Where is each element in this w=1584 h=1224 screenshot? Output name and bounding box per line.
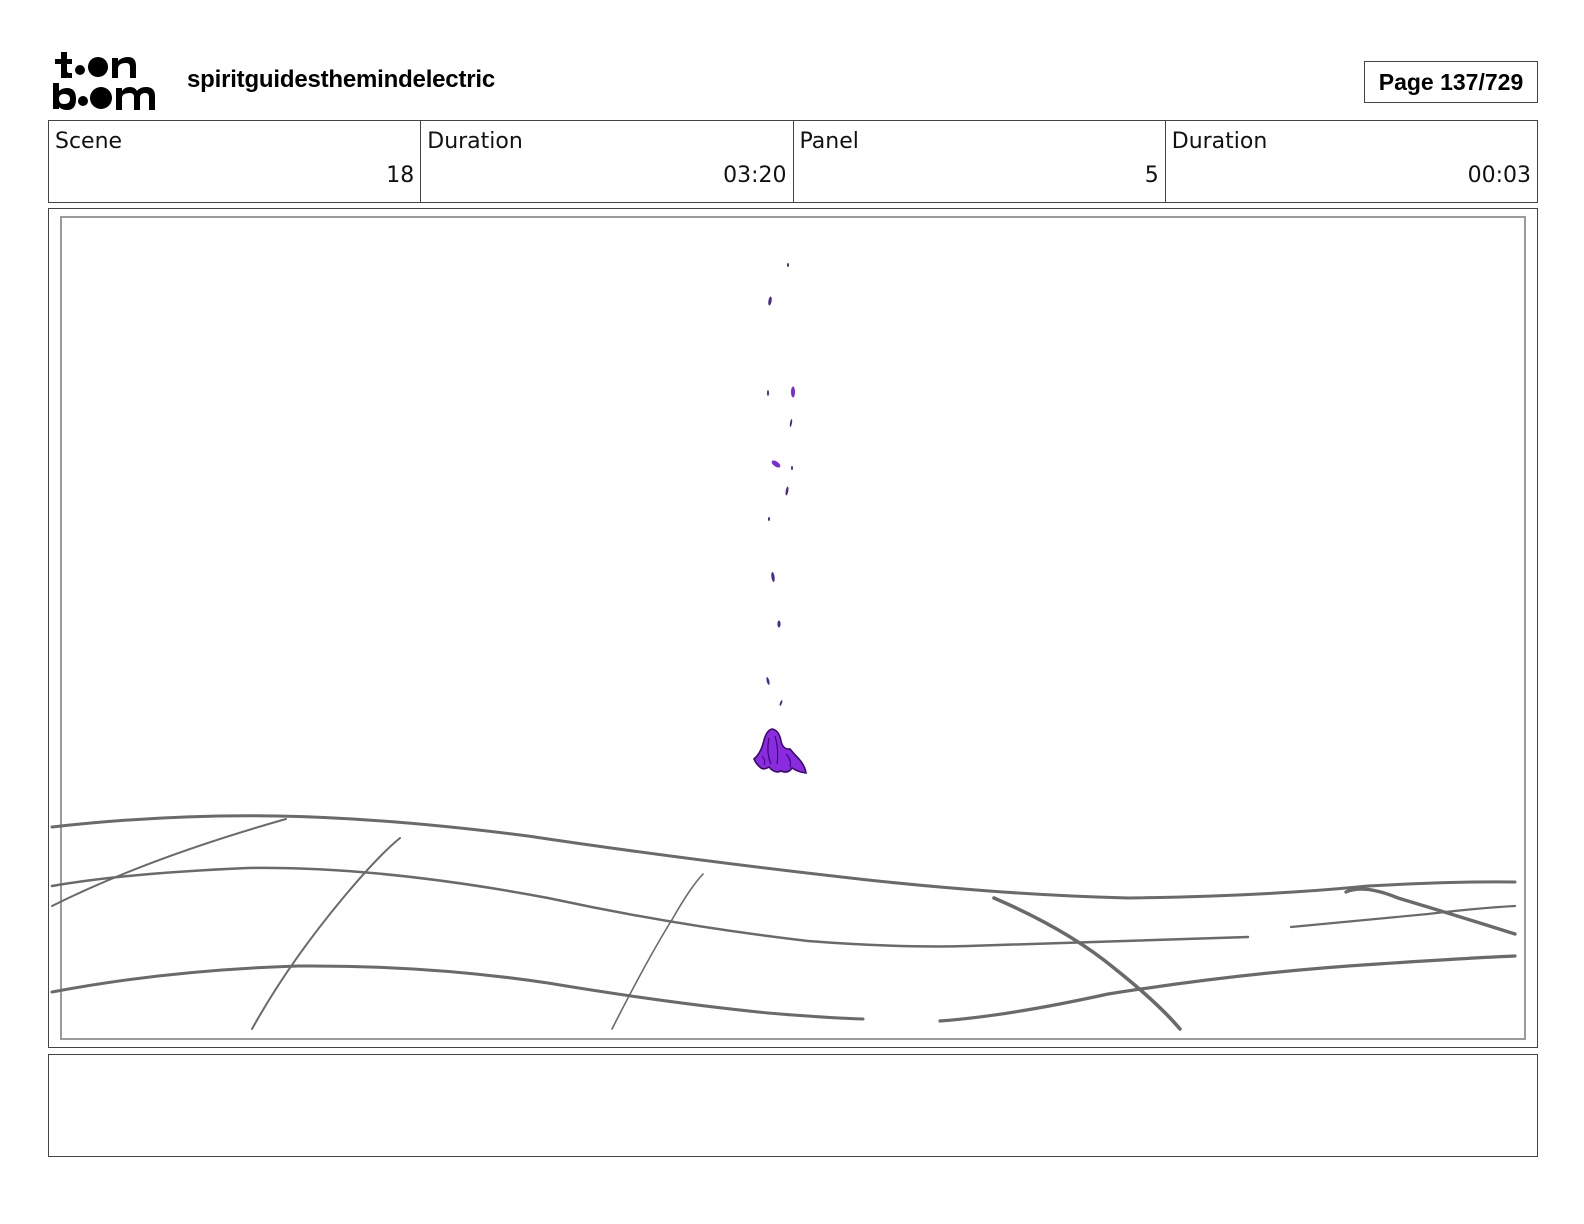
page-indicator: Page 137/729 [1364,61,1538,103]
panel-duration-value: 00:03 [1467,163,1531,188]
panel-cell: Panel 5 [794,121,1166,202]
logo-dot-big-bottom [90,87,112,109]
ground-curve-1 [50,814,1517,900]
particle [779,700,783,706]
particle [771,572,775,582]
panel-label: Panel [799,129,859,154]
logo-letter-n [112,57,136,78]
toon-boom-logo [53,52,155,110]
particle [767,390,769,396]
particle [777,620,781,628]
scene-label: Scene [55,129,123,154]
panel-duration-cell: Duration 00:03 [1166,121,1537,202]
logo-dot-small-bottom [78,96,88,106]
panel-value: 5 [1144,163,1159,188]
panel-notes-box [48,1054,1538,1157]
ground-curve-3 [50,964,865,1021]
logo-letter-t [55,52,72,78]
scene-cell: Scene 18 [49,121,422,202]
particle [791,386,795,398]
ground-diagonal-1 [51,818,287,907]
scene-duration-label: Duration [427,129,523,154]
ground-curve-6 [1344,887,1517,936]
logo-letter-m [116,87,155,110]
project-title: spiritguidesthemindelectric [187,66,496,93]
storyboard-info-table: Scene 18 Duration 03:20 Panel 5 Duration… [48,120,1538,203]
ground-lines [50,814,1517,1031]
particle [785,486,789,496]
scene-duration-value: 03:20 [723,163,787,188]
logo-letter-b [53,83,76,110]
ground-diagonal-3 [611,873,704,1030]
purple-figure [753,728,807,774]
logo-dot-small-top [75,65,85,75]
particle [766,677,770,685]
scene-duration-cell: Duration 03:20 [421,121,794,202]
particle-trail [766,263,795,706]
panel-duration-label: Duration [1171,129,1268,154]
ground-diagonal-2 [251,837,401,1030]
particle [768,517,770,521]
particle [771,460,781,468]
ground-curve-4 [938,954,1517,1023]
particle [787,263,789,267]
particle [791,466,793,470]
panel-drawing [50,263,1517,1031]
logo-dot-big-top [88,57,108,77]
particle [768,296,772,306]
particle [789,419,793,427]
scene-value: 18 [386,163,415,188]
